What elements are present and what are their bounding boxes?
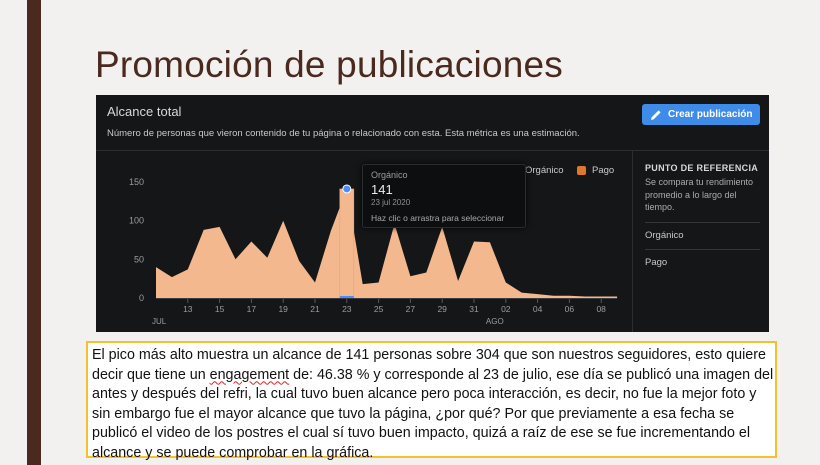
reference-line: [645, 221, 760, 223]
panel-subtitle: Número de personas que vieron contenido …: [107, 128, 580, 139]
x-tick-label: 21: [310, 304, 320, 314]
x-tick-label: 15: [215, 304, 225, 314]
x-tick-label: 19: [278, 304, 288, 314]
caption-box: El pico más alto muestra un alcance de 1…: [86, 341, 777, 461]
y-tick-label: 50: [134, 254, 144, 264]
y-tick-label: 150: [129, 177, 144, 187]
x-tick-label: 17: [247, 304, 257, 314]
reference-divider: [632, 151, 633, 332]
x-tick-label: 06: [565, 304, 575, 314]
pencil-icon: [650, 109, 662, 121]
create-post-button[interactable]: Crear publicación: [642, 104, 760, 125]
caption-text: El pico más alto muestra un alcance de 1…: [92, 346, 774, 464]
x-tick-label: 31: [469, 304, 479, 314]
x-tick-label: 25: [374, 304, 384, 314]
x-tick-label: 23: [342, 304, 352, 314]
x-tick-label: 08: [596, 304, 606, 314]
x-tick-label: 29: [437, 304, 447, 314]
y-tick-label: 100: [129, 216, 144, 226]
reference-item-organic[interactable]: Orgánico: [645, 230, 763, 241]
reference-item-paid[interactable]: Pago: [645, 257, 763, 268]
highlight-point: [342, 184, 352, 194]
insights-panel: Alcance total Número de personas que vie…: [96, 95, 769, 332]
reference-line: [645, 248, 760, 250]
highlight-column: [339, 188, 355, 299]
x-tick-label: 27: [406, 304, 416, 314]
x-tick-label: 04: [533, 304, 543, 314]
tooltip-value: 141: [371, 182, 393, 197]
chart-tooltip: Orgánico 141 23 jul 2020 Haz clic o arra…: [362, 164, 526, 228]
slide-title: Promoción de publicaciones: [95, 44, 563, 85]
caption-underlined-word: engagement: [209, 366, 290, 383]
reference-title: PUNTO DE REFERENCIA: [645, 163, 759, 173]
tooltip-label: Orgánico: [371, 170, 408, 180]
reference-block: PUNTO DE REFERENCIA Se compara tu rendim…: [645, 163, 763, 268]
y-tick-label: 0: [139, 293, 144, 303]
x-tick-label: 13: [183, 304, 193, 314]
create-post-label: Crear publicación: [668, 109, 753, 120]
tooltip-hint: Haz clic o arrastra para seleccionar: [371, 213, 505, 223]
tooltip-date: 23 jul 2020: [371, 198, 411, 207]
panel-title: Alcance total: [107, 104, 182, 119]
slide-side-bar: [27, 0, 41, 465]
reference-description: Se compara tu rendimiento promedio a lo …: [645, 177, 754, 212]
x-tick-label: 02: [501, 304, 511, 314]
x-month-label: JUL: [152, 317, 167, 326]
x-month-label: AGO: [486, 317, 504, 326]
